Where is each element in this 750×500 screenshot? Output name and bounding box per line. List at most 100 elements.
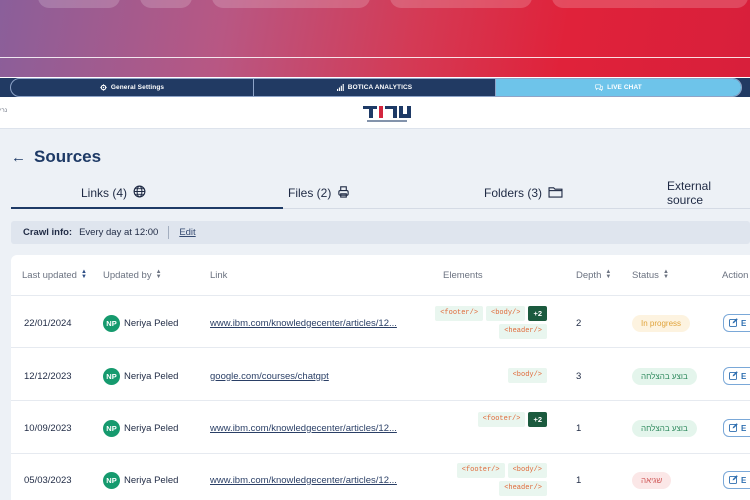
- cell-updated-by: NP Neriya Peled: [103, 313, 178, 333]
- tab-external-source[interactable]: External source: [667, 178, 750, 208]
- avatar: NP: [103, 314, 120, 332]
- cell-depth: 1: [576, 422, 582, 434]
- user-name: Neriya Peled: [124, 317, 179, 329]
- divider: [11, 295, 750, 296]
- column-header-label: Link: [210, 269, 228, 281]
- user-name: Neriya Peled: [124, 474, 179, 486]
- element-tag: <body/>: [507, 463, 547, 478]
- banner-shape: [390, 0, 532, 8]
- page-header: ← Sources: [11, 146, 101, 168]
- avatar: NP: [103, 419, 120, 437]
- column-header-label: Last updated: [22, 269, 77, 281]
- column-header-label: Status: [632, 269, 659, 281]
- cell-depth: 2: [576, 317, 582, 329]
- column-header-depth[interactable]: Depth ▲ ▼: [576, 255, 611, 295]
- cell-elements: <footer/> <body/> +2 <header/>: [411, 306, 547, 339]
- gear-icon: [100, 84, 107, 91]
- brand-logo[interactable]: [361, 103, 413, 125]
- globe-icon: [133, 185, 146, 201]
- column-header-label: Action: [722, 269, 749, 281]
- column-header-last-updated[interactable]: Last updated ▲ ▼: [22, 255, 87, 295]
- hero-banner: [0, 0, 750, 77]
- source-link[interactable]: www.ibm.com/knowledgecenter/articles/12.…: [210, 475, 397, 486]
- cell-elements: <body/>: [411, 368, 547, 383]
- cell-date: 22/01/2024: [24, 317, 72, 329]
- column-header-updated-by[interactable]: Updated by ▲ ▼: [103, 255, 162, 295]
- signal-bars-icon: [336, 84, 344, 91]
- cell-date: 12/12/2023: [24, 370, 72, 382]
- edit-button[interactable]: E: [723, 367, 750, 385]
- sort-icon: ▲ ▼: [155, 269, 162, 280]
- edit-icon: [729, 317, 738, 329]
- divider: [168, 226, 170, 239]
- avatar: NP: [103, 471, 120, 489]
- edit-icon: [729, 422, 738, 434]
- cell-status: In progress: [632, 313, 691, 333]
- column-header-label: Depth: [576, 269, 602, 281]
- crawl-info-bar: Crawl info: Every day at 12:00 Edit: [11, 221, 750, 244]
- column-header-elements: Elements: [443, 255, 483, 295]
- element-tag: <footer/>: [456, 463, 505, 478]
- element-tag: <body/>: [486, 306, 526, 321]
- back-arrow-icon[interactable]: ←: [11, 149, 26, 166]
- crawl-info-value: Every day at 12:00: [79, 227, 159, 238]
- edit-button[interactable]: E: [723, 419, 750, 437]
- tab-files[interactable]: Files (2): [288, 178, 350, 208]
- tab-folders-label: Folders (3): [484, 186, 543, 200]
- sort-icon: ▲ ▼: [80, 269, 87, 280]
- logo-bar: נרי: [0, 97, 750, 129]
- element-tag: <footer/>: [435, 306, 484, 321]
- column-header-status[interactable]: Status ▲ ▼: [632, 255, 669, 295]
- printer-icon: [337, 185, 350, 201]
- sort-icon: ▲ ▼: [662, 269, 669, 280]
- element-tag: <footer/>: [477, 412, 526, 427]
- more-elements-badge[interactable]: +2: [528, 306, 547, 321]
- status-badge: בוצע בהצלחה: [632, 367, 697, 385]
- user-name: Neriya Peled: [124, 422, 179, 434]
- cell-status: שגיאה: [632, 470, 672, 490]
- more-elements-badge[interactable]: +2: [528, 412, 547, 427]
- top-nav-group: General Settings BOTICA ANALYTICS LIVE C…: [10, 78, 742, 97]
- user-name-fragment: נרי: [0, 108, 8, 114]
- cell-link: www.ibm.com/knowledgecenter/articles/12.…: [210, 313, 397, 333]
- divider: [11, 347, 750, 348]
- banner-divider: [0, 57, 750, 58]
- folder-icon: [548, 186, 563, 201]
- source-link[interactable]: www.ibm.com/knowledgecenter/articles/12.…: [210, 318, 397, 329]
- source-link[interactable]: google.com/courses/chatgpt: [210, 371, 329, 382]
- cell-updated-by: NP Neriya Peled: [103, 418, 178, 438]
- general-settings-tab[interactable]: General Settings: [11, 79, 254, 96]
- column-header-label: Elements: [443, 269, 483, 281]
- tab-folders[interactable]: Folders (3): [484, 178, 563, 208]
- top-navigation: General Settings BOTICA ANALYTICS LIVE C…: [0, 78, 750, 97]
- column-header-actions: Action: [722, 255, 748, 295]
- banner-shape: [212, 0, 370, 8]
- cell-status: בוצע בהצלחה: [632, 418, 697, 438]
- edit-button[interactable]: E: [723, 471, 750, 489]
- tab-links[interactable]: Links (4): [81, 178, 146, 208]
- chat-icon: [595, 84, 603, 91]
- divider: [11, 453, 750, 454]
- analytics-tab[interactable]: BOTICA ANALYTICS: [254, 79, 496, 96]
- cell-updated-by: NP Neriya Peled: [103, 366, 178, 386]
- crawl-edit-link[interactable]: Edit: [179, 227, 195, 238]
- status-badge: בוצע בהצלחה: [632, 419, 697, 437]
- sort-icon: ▲ ▼: [605, 269, 612, 280]
- cell-link: google.com/courses/chatgpt: [210, 366, 329, 386]
- cell-status: בוצע בהצלחה: [632, 366, 697, 386]
- status-badge: שגיאה: [632, 471, 672, 489]
- divider: [11, 400, 750, 401]
- live-chat-tab[interactable]: LIVE CHAT: [496, 79, 741, 96]
- cell-date: 05/03/2023: [24, 474, 72, 486]
- source-link[interactable]: www.ibm.com/knowledgecenter/articles/12.…: [210, 423, 397, 434]
- active-tab-indicator: [11, 207, 283, 209]
- page-title: Sources: [34, 147, 102, 166]
- edit-button[interactable]: E: [723, 314, 750, 332]
- user-name: Neriya Peled: [124, 370, 179, 382]
- edit-icon: [729, 370, 738, 382]
- cell-date: 10/09/2023: [24, 422, 72, 434]
- edit-icon: [729, 474, 738, 486]
- cell-elements: <footer/> <body/> <header/>: [411, 463, 547, 496]
- banner-shape: [140, 0, 192, 8]
- tab-links-label: Links (4): [81, 186, 128, 200]
